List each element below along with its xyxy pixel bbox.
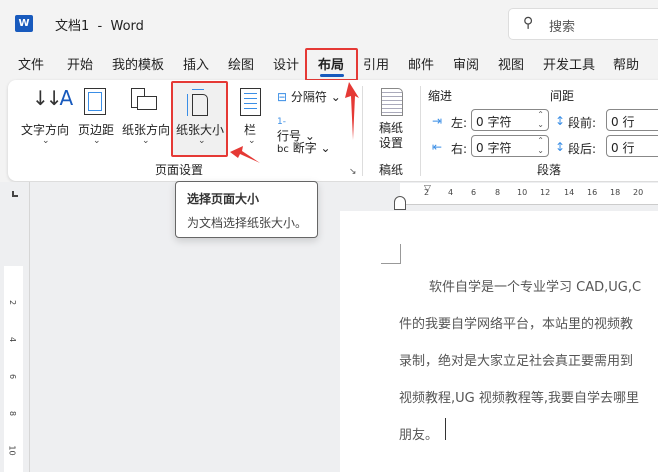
arrow-to-page-size xyxy=(230,146,260,163)
annotation-arrows xyxy=(230,82,359,163)
arrow-to-layout-tab xyxy=(345,82,359,140)
